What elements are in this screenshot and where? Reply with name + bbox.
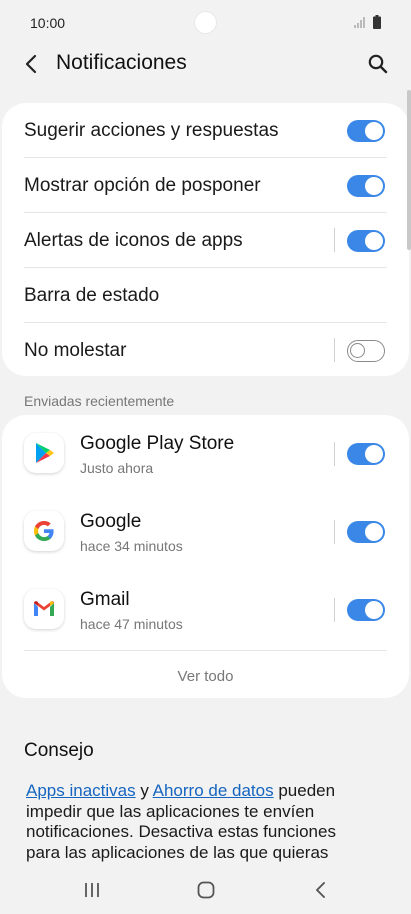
app-time: hace 34 minutos xyxy=(80,538,183,554)
scrollbar[interactable] xyxy=(407,90,411,250)
toggle-knob xyxy=(365,177,383,195)
home-icon[interactable] xyxy=(197,881,215,899)
app-name: Google xyxy=(80,511,142,532)
vertical-separator xyxy=(334,228,335,252)
setting-suggest-actions[interactable]: Sugerir acciones y respuestas xyxy=(2,103,409,158)
google-icon xyxy=(24,511,64,551)
divider xyxy=(24,650,387,651)
tip-connector: y xyxy=(135,781,153,800)
suggest-actions-toggle[interactable] xyxy=(347,120,385,142)
app-time: hace 47 minutos xyxy=(80,616,183,632)
app-name: Google Play Store xyxy=(80,433,235,454)
gmail-toggle[interactable] xyxy=(347,599,385,621)
search-icon[interactable] xyxy=(367,53,389,75)
recently-sent-heading: Enviadas recientemente xyxy=(24,393,175,409)
vertical-separator xyxy=(334,338,335,362)
app-time: Justo ahora xyxy=(80,460,154,476)
app-icon-badges-toggle[interactable] xyxy=(347,230,385,252)
navigation-bar xyxy=(0,866,411,914)
vertical-separator xyxy=(334,598,335,622)
signal-icon xyxy=(354,17,365,28)
do-not-disturb-toggle[interactable] xyxy=(347,340,385,362)
setting-label: Barra de estado xyxy=(24,285,160,306)
app-row-google-play-store[interactable]: Google Play Store Justo ahora xyxy=(2,415,409,493)
setting-status-bar[interactable]: Barra de estado xyxy=(2,268,409,323)
status-time: 10:00 xyxy=(30,15,66,31)
google-play-store-toggle[interactable] xyxy=(347,443,385,465)
battery-icon xyxy=(373,15,381,29)
setting-app-icon-badges[interactable]: Alertas de iconos de apps xyxy=(2,213,409,268)
setting-label: Alertas de iconos de apps xyxy=(24,230,243,251)
notification-settings-card: Sugerir acciones y respuestas Mostrar op… xyxy=(2,103,409,376)
google-toggle[interactable] xyxy=(347,521,385,543)
setting-snooze-option[interactable]: Mostrar opción de posponer xyxy=(2,158,409,213)
back-arrow-icon[interactable] xyxy=(22,53,42,75)
toggle-knob xyxy=(365,445,383,463)
toggle-knob xyxy=(365,601,383,619)
recent-apps-card: Google Play Store Justo ahora Google hac… xyxy=(2,415,409,698)
vertical-separator xyxy=(334,520,335,544)
data-saver-link[interactable]: Ahorro de datos xyxy=(153,781,274,800)
page-title: Notificaciones xyxy=(56,51,187,74)
setting-label: No molestar xyxy=(24,340,127,361)
app-row-gmail[interactable]: Gmail hace 47 minutos xyxy=(2,571,409,649)
see-all-button[interactable]: Ver todo xyxy=(2,668,409,685)
toggle-knob xyxy=(365,523,383,541)
snooze-option-toggle[interactable] xyxy=(347,175,385,197)
tip-title: Consejo xyxy=(24,740,94,761)
app-header: Notificaciones xyxy=(0,44,411,84)
toggle-knob xyxy=(365,122,383,140)
front-camera xyxy=(195,12,216,33)
recents-icon[interactable] xyxy=(84,882,100,898)
toggle-knob xyxy=(365,232,383,250)
status-bar: 10:00 xyxy=(0,0,411,44)
vertical-separator xyxy=(334,442,335,466)
app-row-google[interactable]: Google hace 34 minutos xyxy=(2,493,409,571)
back-icon[interactable] xyxy=(314,881,328,899)
setting-do-not-disturb[interactable]: No molestar xyxy=(2,323,409,378)
gmail-icon xyxy=(24,589,64,629)
google-play-store-icon xyxy=(24,433,64,473)
app-name: Gmail xyxy=(80,589,130,610)
setting-label: Mostrar opción de posponer xyxy=(24,175,261,196)
setting-label: Sugerir acciones y respuestas xyxy=(24,120,279,141)
toggle-knob xyxy=(350,343,365,358)
inactive-apps-link[interactable]: Apps inactivas xyxy=(26,781,136,800)
